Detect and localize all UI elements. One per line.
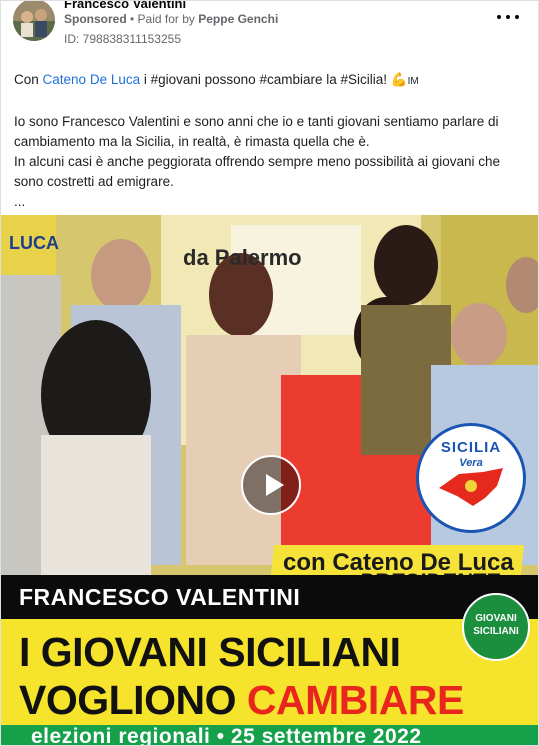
sicilia-logo-title: SICILIA [440,439,502,456]
more-dot-icon [515,15,519,19]
flexed-biceps-icon: 💪 [390,72,408,87]
sponsored-line: Sponsored • Paid for by Peppe Genchi [64,12,278,26]
post-text: Con Cateno De Luca i #giovani possono #c… [14,70,526,212]
headline-line-2: VOGLIONO CAMBIARE [19,677,464,724]
post-paragraph-2: Io sono Francesco Valentini e sono anni … [14,114,499,149]
post-paragraph-3: In alcuni casi è anche peggiorata offren… [14,154,501,189]
text-signature: IM [407,76,419,87]
election-date: elezioni regionali • 25 settembre 2022 [31,725,422,746]
author-avatar[interactable] [13,1,55,41]
ad-post-card: Francesco Valentini Sponsored • Paid for… [0,0,539,746]
backdrop-text-luca: LUCA [9,233,59,253]
sponsored-label[interactable]: Sponsored [64,12,127,26]
badge-line-2: SICILIANI [473,626,519,637]
headline-line-1: I GIOVANI SICILIANI [19,629,401,675]
more-dot-icon [506,15,510,19]
author-name[interactable]: Francesco Valentini [64,1,186,11]
badge-line-1: GIOVANI [475,613,517,624]
post-first-line: Con Cateno De Luca i #giovani possono #c… [14,70,526,92]
more-dot-icon [497,15,501,19]
headline-line-2-start: VOGLIONO [19,677,247,723]
ad-id: ID: 798838311153255 [64,32,181,46]
play-button[interactable] [241,455,301,515]
cateno-link[interactable]: Cateno De Luca [43,72,141,87]
backdrop-text-da-palermo: da Palermo [183,245,302,270]
more-options-button[interactable] [497,9,519,25]
separator: • [126,12,138,26]
see-more-ellipsis[interactable]: ... [14,192,526,212]
candidate-name: FRANCESCO VALENTINI [19,584,301,610]
text-hashtags: i #giovani possono #cambiare la #Sicilia… [140,72,391,87]
text-prefix: Con [14,72,43,87]
paid-for-name[interactable]: Peppe Genchi [198,12,278,26]
post-header: Francesco Valentini Sponsored • Paid for… [1,1,538,57]
video-media[interactable]: da Palermo LUCA SICILIA Vera con Cateno … [1,215,538,746]
paid-for-prefix: Paid for by [137,12,199,26]
headline-line-2-red: CAMBIARE [246,677,464,723]
sicilia-logo-subtitle: Vera [459,457,483,469]
